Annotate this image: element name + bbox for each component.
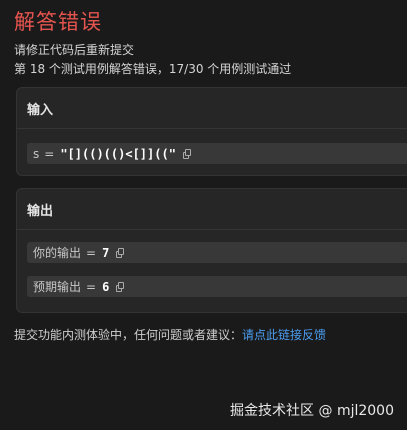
watermark: 掘金技术社区 @ mjl2000 — [230, 403, 394, 419]
your-output-field: 你的输出 = 7 — [27, 242, 407, 263]
your-output-value: 7 — [102, 245, 110, 260]
input-value: "[](()(()<[]]((" — [60, 146, 176, 161]
input-field: s = "[](()(()<[]]((" — [27, 143, 407, 164]
input-card-title: 输入 — [17, 88, 407, 129]
your-output-label: 你的输出 — [33, 246, 82, 260]
feedback-note: 提交功能内测体验中，任何问题或者建议：请点此链接反馈 — [14, 326, 326, 343]
test-summary: 第 18 个测试用例解答错误，17/30 个用例测试通过 — [14, 62, 292, 76]
input-var-name: s — [33, 146, 40, 161]
output-card: 输出 你的输出 = 7 预期输出 = 6 — [16, 188, 407, 313]
copy-icon[interactable] — [116, 247, 125, 258]
copy-icon[interactable] — [182, 148, 191, 159]
output-card-title: 输出 — [17, 189, 407, 230]
expected-output-equals: = — [86, 279, 97, 294]
result-title: 解答错误 — [14, 10, 102, 34]
input-card: 输入 s = "[](()(()<[]]((" — [16, 87, 407, 176]
expected-output-label: 预期输出 — [33, 280, 82, 294]
expected-output-field: 预期输出 = 6 — [27, 276, 407, 297]
feedback-text: 提交功能内测体验中，任何问题或者建议： — [14, 328, 243, 342]
expected-output-value: 6 — [102, 279, 110, 294]
copy-icon[interactable] — [116, 281, 125, 292]
result-subtitle: 请修正代码后重新提交 — [14, 43, 135, 57]
input-equals: = — [44, 146, 55, 161]
feedback-link[interactable]: 请点此链接反馈 — [242, 328, 326, 342]
your-output-equals: = — [86, 245, 97, 260]
